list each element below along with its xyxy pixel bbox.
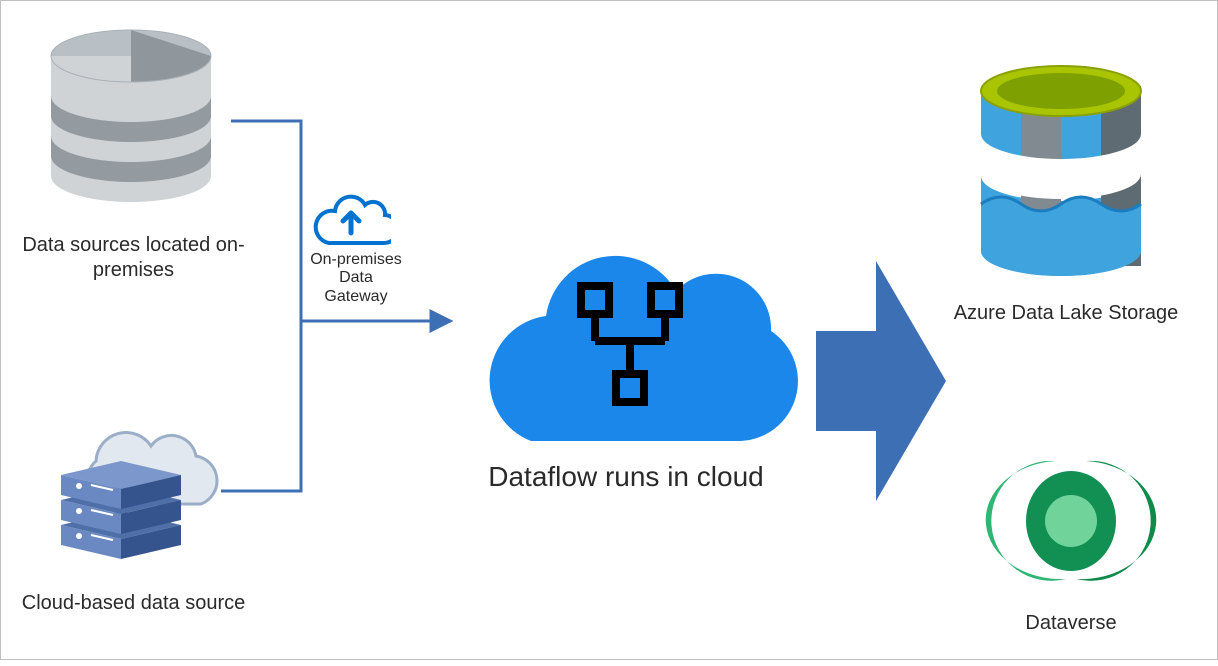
text: Azure Data Lake Storage (954, 302, 1179, 324)
adls-icon (966, 56, 1156, 291)
dataverse-icon (976, 441, 1166, 606)
gateway-label: On-premises Data Gateway (306, 251, 406, 306)
dataflow-cloud-icon (451, 206, 801, 461)
dataverse-label: Dataverse (991, 611, 1151, 636)
adls-label: Azure Data Lake Storage (936, 301, 1196, 326)
text: On-premises (306, 251, 406, 269)
diagram-canvas: Data sources located on-premises (0, 0, 1218, 660)
text: Dataflow runs in cloud (488, 461, 763, 492)
big-arrow-icon (816, 261, 946, 506)
text: Data Gateway (306, 269, 406, 306)
gateway-icon (311, 181, 391, 254)
text: Dataverse (1025, 612, 1116, 634)
dataflow-label: Dataflow runs in cloud (436, 459, 816, 494)
